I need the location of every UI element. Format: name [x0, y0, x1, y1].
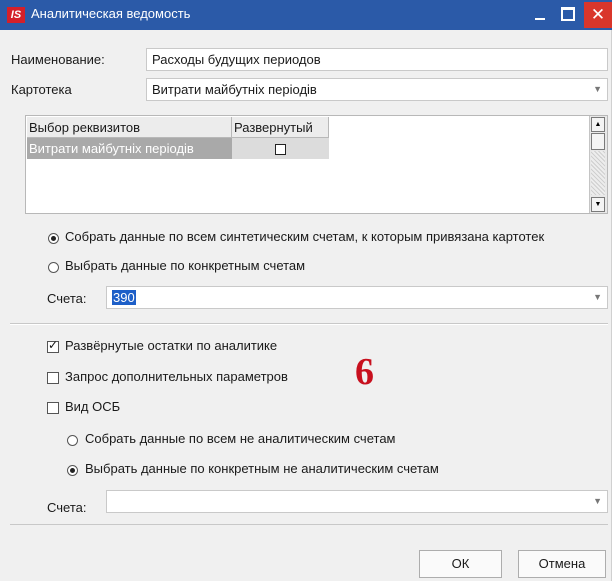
- accounts2-select[interactable]: ▼: [106, 490, 608, 513]
- accounts-label: Счета:: [47, 291, 87, 306]
- osb-view-checkbox[interactable]: [47, 402, 59, 414]
- annotation-number: 6: [355, 351, 374, 393]
- table-cell-requisite[interactable]: Витрати майбутніх періодів: [27, 138, 232, 159]
- divider-highlight: [10, 324, 608, 325]
- accounts2-label: Счета:: [47, 500, 87, 515]
- extra-params-checkbox[interactable]: [47, 372, 59, 384]
- card-value: Витрати майбутніх періодів: [152, 82, 317, 97]
- radio-all-synthetic[interactable]: [48, 233, 59, 244]
- title-bar[interactable]: IS Аналитическая ведомость ✕: [0, 0, 612, 30]
- radio-all-non-analytic[interactable]: [67, 435, 78, 446]
- name-input[interactable]: Расходы будущих периодов: [146, 48, 608, 71]
- radio-specific-accounts[interactable]: [48, 262, 59, 273]
- scroll-track[interactable]: [591, 151, 605, 195]
- radio-all-synthetic-label[interactable]: Собрать данные по всем синтетическим сче…: [65, 229, 544, 244]
- table-scrollbar[interactable]: ▲ ▼: [589, 116, 607, 213]
- card-label: Картотека: [11, 82, 72, 97]
- card-select[interactable]: Витрати майбутніх періодів ▼: [146, 78, 608, 101]
- radio-specific-non-analytic[interactable]: [67, 465, 78, 476]
- maximize-button[interactable]: [556, 2, 580, 28]
- osb-view-label[interactable]: Вид ОСБ: [65, 399, 120, 414]
- chevron-down-icon[interactable]: ▼: [593, 491, 602, 512]
- minimize-icon: [535, 18, 545, 21]
- radio-specific-accounts-label[interactable]: Выбрать данные по конкретным счетам: [65, 258, 305, 273]
- close-icon: ✕: [590, 5, 606, 24]
- analytic-statement-dialog: IS Аналитическая ведомость ✕ Наименовани…: [0, 0, 612, 581]
- accounts-select[interactable]: 390 ▼: [106, 286, 608, 309]
- extra-params-label[interactable]: Запрос дополнительных параметров: [65, 369, 288, 384]
- maximize-icon: [561, 6, 575, 21]
- scroll-up-icon[interactable]: ▲: [591, 117, 605, 132]
- name-value: Расходы будущих периодов: [152, 52, 321, 67]
- scroll-down-icon[interactable]: ▼: [591, 197, 605, 212]
- expanded-balances-checkbox[interactable]: [47, 338, 59, 353]
- name-label: Наименование:: [11, 52, 105, 67]
- window-title: Аналитическая ведомость: [31, 6, 191, 21]
- minimize-button[interactable]: [528, 2, 552, 28]
- ok-button[interactable]: ОК: [419, 550, 502, 578]
- expanded-checkbox[interactable]: [275, 144, 286, 156]
- chevron-down-icon[interactable]: ▼: [593, 287, 602, 308]
- radio-all-non-analytic-label[interactable]: Собрать данные по всем не аналитическим …: [85, 431, 395, 446]
- column-header-requisites[interactable]: Выбор реквизитов: [27, 117, 232, 138]
- accounts-value: 390: [112, 290, 136, 305]
- scroll-thumb[interactable]: [591, 133, 605, 150]
- chevron-down-icon[interactable]: ▼: [593, 79, 602, 100]
- table-cell-expanded[interactable]: [232, 138, 329, 159]
- expanded-balances-label[interactable]: Развёрнутые остатки по аналитике: [65, 338, 277, 353]
- cancel-button[interactable]: Отмена: [518, 550, 606, 578]
- divider: [10, 524, 608, 525]
- requisites-table[interactable]: Выбор реквизитов Развернутый Витрати май…: [25, 115, 608, 214]
- app-logo-icon: IS: [7, 7, 25, 23]
- close-button[interactable]: ✕: [584, 2, 612, 28]
- column-header-expanded[interactable]: Развернутый: [232, 117, 329, 138]
- radio-specific-non-analytic-label[interactable]: Выбрать данные по конкретным не аналитич…: [85, 461, 439, 476]
